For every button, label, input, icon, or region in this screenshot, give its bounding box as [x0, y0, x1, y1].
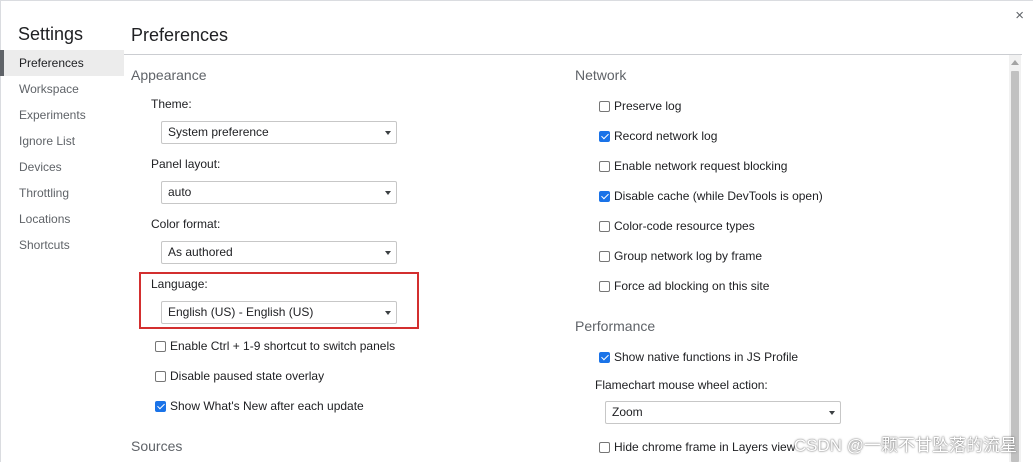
sidebar-item-preferences[interactable]: Preferences: [0, 50, 124, 76]
paused-overlay-label: Disable paused state overlay: [170, 369, 325, 383]
record-network-log-label: Record network log: [614, 129, 718, 143]
show-native-option: Show native functions in JS Profile: [599, 349, 798, 365]
page-title: Preferences: [131, 25, 229, 45]
request-blocking-option: Enable network request blocking: [599, 158, 787, 174]
whats-new-label: Show What's New after each update: [170, 399, 364, 413]
preserve-log-checkbox[interactable]: [599, 100, 610, 112]
scroll-up-icon[interactable]: [1011, 60, 1019, 65]
request-blocking-label: Enable network request blocking: [614, 159, 788, 173]
theme-label: Theme:: [151, 97, 192, 111]
settings-nav: Preferences Workspace Experiments Ignore…: [0, 50, 124, 258]
show-native-label: Show native functions in JS Profile: [614, 350, 799, 364]
paused-overlay-option: Disable paused state overlay: [155, 368, 324, 384]
panel-layout-label: Panel layout:: [151, 157, 221, 171]
panel-layout-select[interactable]: auto: [161, 181, 397, 204]
flamechart-select[interactable]: Zoom: [605, 401, 841, 424]
chevron-down-icon: [385, 251, 391, 255]
sidebar-item-throttling[interactable]: Throttling: [0, 180, 124, 206]
section-title-network: Network: [575, 67, 627, 83]
settings-title: Settings: [18, 24, 84, 44]
chevron-down-icon: [385, 311, 391, 315]
preserve-log-label: Preserve log: [614, 99, 682, 113]
theme-select[interactable]: System preference: [161, 121, 397, 144]
chevron-down-icon: [385, 131, 391, 135]
chevron-down-icon: [829, 411, 835, 415]
section-title-performance: Performance: [575, 318, 656, 334]
language-select-value: English (US) - English (US): [168, 305, 314, 319]
language-label: Language:: [151, 277, 208, 291]
vertical-scrollbar[interactable]: [1009, 55, 1021, 462]
watermark: CSDN @一颗不甘坠落的流星: [793, 436, 1017, 455]
sidebar-item-locations[interactable]: Locations: [0, 206, 124, 232]
record-network-log-checkbox[interactable]: [599, 130, 610, 142]
sidebar-item-experiments[interactable]: Experiments: [0, 102, 124, 128]
disable-cache-label: Disable cache (while DevTools is open): [614, 189, 823, 203]
disable-cache-option: Disable cache (while DevTools is open): [599, 188, 823, 204]
ctrl-shortcut-checkbox[interactable]: [155, 340, 166, 352]
sidebar-item-workspace[interactable]: Workspace: [0, 76, 124, 102]
ctrl-shortcut-label: Enable Ctrl + 1-9 shortcut to switch pan…: [170, 339, 396, 353]
color-format-select[interactable]: As authored: [161, 241, 397, 264]
scrollbar-thumb[interactable]: [1011, 71, 1019, 462]
sidebar-item-ignore-list[interactable]: Ignore List: [0, 128, 124, 154]
show-native-checkbox[interactable]: [599, 351, 610, 363]
color-code-checkbox[interactable]: [599, 220, 610, 232]
force-ad-blocking-label: Force ad blocking on this site: [614, 279, 770, 293]
group-by-frame-checkbox[interactable]: [599, 250, 610, 262]
ctrl-shortcut-option: Enable Ctrl + 1-9 shortcut to switch pan…: [155, 338, 395, 354]
section-title-appearance: Appearance: [131, 67, 207, 83]
panel-layout-select-value: auto: [168, 185, 192, 199]
settings-sidebar: Settings Preferences Workspace Experimen…: [0, 0, 124, 462]
request-blocking-checkbox[interactable]: [599, 160, 610, 172]
theme-select-value: System preference: [168, 125, 269, 139]
flamechart-label: Flamechart mouse wheel action:: [595, 378, 768, 392]
disable-cache-checkbox[interactable]: [599, 190, 610, 202]
whats-new-option: Show What's New after each update: [155, 398, 364, 414]
hide-chrome-frame-option: Hide chrome frame in Layers view: [599, 439, 795, 455]
flamechart-select-value: Zoom: [612, 405, 643, 419]
sidebar-item-shortcuts[interactable]: Shortcuts: [0, 232, 124, 258]
section-title-sources: Sources: [131, 438, 183, 454]
sidebar-item-devices[interactable]: Devices: [0, 154, 124, 180]
color-code-label: Color-code resource types: [614, 219, 755, 233]
color-format-label: Color format:: [151, 217, 221, 231]
hide-chrome-frame-label: Hide chrome frame in Layers view: [614, 440, 796, 454]
color-format-select-value: As authored: [168, 245, 233, 259]
force-ad-blocking-checkbox[interactable]: [599, 280, 610, 292]
preferences-content: Appearance Theme: System preference Pane…: [124, 55, 1009, 462]
language-select[interactable]: English (US) - English (US): [161, 301, 397, 324]
force-ad-blocking-option: Force ad blocking on this site: [599, 278, 769, 294]
whats-new-checkbox[interactable]: [155, 400, 166, 412]
group-by-frame-label: Group network log by frame: [614, 249, 763, 263]
group-by-frame-option: Group network log by frame: [599, 248, 762, 264]
record-network-log-option: Record network log: [599, 128, 717, 144]
preserve-log-option: Preserve log: [599, 98, 681, 114]
color-code-option: Color-code resource types: [599, 218, 755, 234]
close-icon[interactable]: ×: [1015, 8, 1024, 24]
paused-overlay-checkbox[interactable]: [155, 370, 166, 382]
hide-chrome-frame-checkbox[interactable]: [599, 441, 610, 453]
chevron-down-icon: [385, 191, 391, 195]
